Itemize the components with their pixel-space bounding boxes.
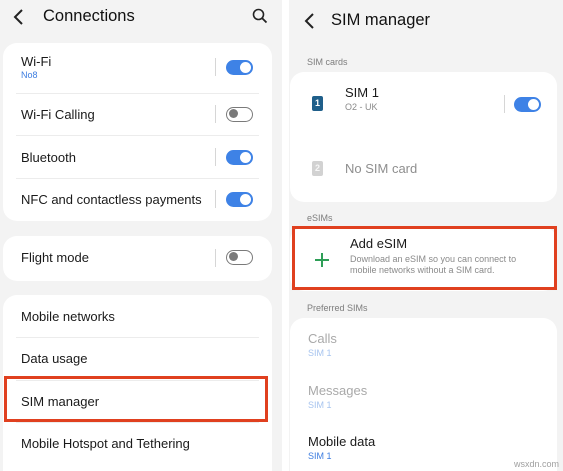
row-label: Wi-Fi bbox=[21, 54, 52, 69]
flight-mode-toggle[interactable] bbox=[226, 250, 253, 265]
add-esim-description: Download an eSIM so you can connect to m… bbox=[350, 254, 517, 275]
sim-1-carrier: O2 - UK bbox=[345, 102, 378, 112]
settings-row-data-usage[interactable]: Data usage bbox=[3, 337, 272, 380]
sim-1-row[interactable]: 1 SIM 1 O2 - UK bbox=[290, 72, 557, 137]
settings-row-nfc[interactable]: NFC and contactless payments bbox=[3, 178, 272, 221]
preferred-mobile-data-label: Mobile data bbox=[308, 434, 376, 449]
preferred-calls-value: SIM 1 bbox=[308, 348, 332, 358]
row-label: Mobile Hotspot and Tethering bbox=[21, 436, 190, 451]
settings-row-bluetooth[interactable]: Bluetooth bbox=[3, 135, 272, 178]
add-esim-title: Add eSIM bbox=[350, 236, 408, 251]
sim-2-row: 2 No SIM card bbox=[290, 137, 557, 202]
preferred-calls-label: Calls bbox=[308, 331, 337, 346]
settings-row-wifi-calling[interactable]: Wi-Fi Calling bbox=[3, 93, 272, 135]
row-label: NFC and contactless payments bbox=[21, 192, 202, 207]
divider bbox=[215, 105, 216, 123]
watermark: wsxdn.com bbox=[513, 459, 559, 469]
connections-header: Connections bbox=[0, 0, 282, 34]
preferred-messages-value: SIM 1 bbox=[308, 400, 332, 410]
divider bbox=[504, 95, 505, 113]
row-label: Flight mode bbox=[21, 250, 89, 265]
settings-row-mobile-hotspot[interactable]: Mobile Hotspot and Tethering bbox=[3, 422, 272, 464]
sim-cards-card: 1 SIM 1 O2 - UK 2 No SIM card bbox=[290, 72, 557, 202]
flight-mode-card: Flight mode bbox=[3, 236, 272, 281]
row-label: Wi-Fi Calling bbox=[21, 107, 95, 122]
page-title: SIM manager bbox=[331, 11, 431, 29]
divider bbox=[215, 190, 216, 208]
panel-gap bbox=[282, 0, 289, 471]
divider bbox=[215, 58, 216, 76]
preferred-calls-row[interactable]: Calls SIM 1 bbox=[290, 318, 557, 370]
preferred-messages-row[interactable]: Messages SIM 1 bbox=[290, 370, 557, 422]
page-title: Connections bbox=[43, 7, 135, 25]
section-label-preferred-sims: Preferred SIMs bbox=[307, 303, 368, 313]
wifi-network-name: No8 bbox=[21, 70, 38, 80]
settings-row-sim-manager[interactable]: SIM manager bbox=[3, 380, 272, 422]
plus-icon bbox=[315, 253, 329, 267]
row-label: Mobile networks bbox=[21, 309, 115, 324]
back-arrow-icon[interactable] bbox=[12, 8, 28, 26]
sim-manager-header: SIM manager bbox=[289, 0, 563, 34]
back-arrow-icon[interactable] bbox=[303, 12, 319, 30]
wireless-settings-card: Wi-Fi No8 Wi-Fi Calling Bluetooth NFC an… bbox=[3, 43, 272, 221]
add-esim-card[interactable]: Add eSIM Download an eSIM so you can con… bbox=[290, 227, 557, 291]
connections-screen: Connections Wi-Fi No8 Wi-Fi Calling Blue… bbox=[0, 0, 282, 471]
preferred-messages-label: Messages bbox=[308, 383, 368, 398]
sim-1-name: SIM 1 bbox=[345, 85, 379, 100]
preferred-mobile-data-value: SIM 1 bbox=[308, 451, 332, 461]
settings-row-flight-mode[interactable]: Flight mode bbox=[3, 236, 272, 281]
settings-row-wifi[interactable]: Wi-Fi No8 bbox=[3, 43, 272, 93]
sim-manager-screen: SIM manager SIM cards 1 SIM 1 O2 - UK 2 … bbox=[289, 0, 563, 471]
section-label-sim-cards: SIM cards bbox=[307, 57, 348, 67]
search-icon[interactable] bbox=[252, 8, 268, 24]
row-label: SIM manager bbox=[21, 394, 100, 409]
sim-2-card-icon: 2 bbox=[312, 161, 323, 176]
network-settings-card: Mobile networks Data usage SIM manager M… bbox=[3, 295, 272, 471]
divider bbox=[215, 148, 216, 166]
sim-1-toggle[interactable] bbox=[514, 97, 541, 112]
sim-2-name: No SIM card bbox=[345, 161, 418, 176]
bluetooth-toggle[interactable] bbox=[226, 150, 253, 165]
row-label: Data usage bbox=[21, 351, 88, 366]
wifi-toggle[interactable] bbox=[226, 60, 253, 75]
sim-1-card-icon: 1 bbox=[312, 96, 323, 111]
row-label: Bluetooth bbox=[21, 150, 76, 165]
divider bbox=[215, 249, 216, 267]
section-label-esims: eSIMs bbox=[307, 213, 333, 223]
settings-row-mobile-networks[interactable]: Mobile networks bbox=[3, 295, 272, 337]
preferred-sims-card: Calls SIM 1 Messages SIM 1 Mobile data S… bbox=[290, 318, 557, 471]
nfc-toggle[interactable] bbox=[226, 192, 253, 207]
wifi-calling-toggle[interactable] bbox=[226, 107, 253, 122]
